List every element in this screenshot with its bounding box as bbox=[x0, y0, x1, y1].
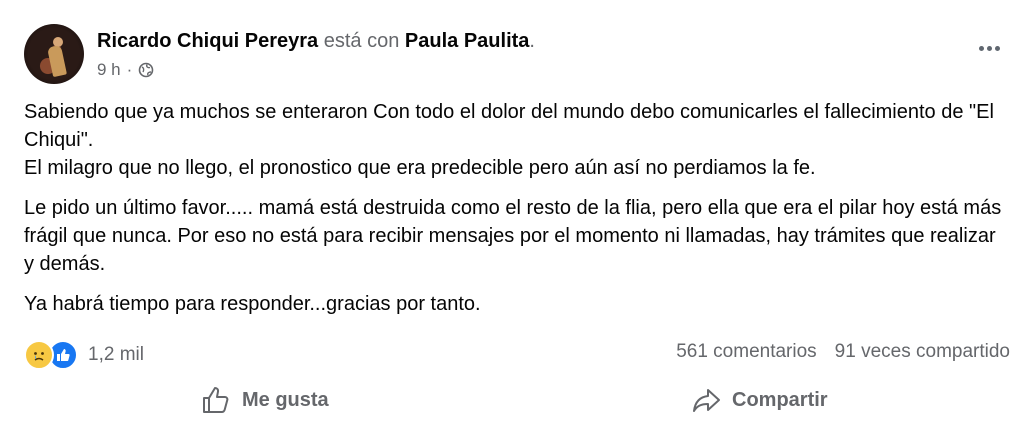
author-name[interactable]: Ricardo Chiqui Pereyra bbox=[97, 30, 318, 52]
author-line: Ricardo Chiqui Pereyra está con Paula Pa… bbox=[97, 30, 535, 53]
reactions-summary[interactable]: 1,2 mil bbox=[24, 340, 144, 370]
meta-separator: · bbox=[126, 60, 133, 79]
share-button-label: Compartir bbox=[732, 388, 828, 411]
post-time[interactable]: 9 h bbox=[97, 60, 121, 80]
like-button-label: Me gusta bbox=[242, 388, 329, 411]
like-button[interactable]: Me gusta bbox=[200, 378, 329, 422]
shares-count-link[interactable]: 91 veces compartido bbox=[835, 341, 1010, 363]
sad-reaction-icon bbox=[24, 340, 54, 370]
comments-count-link[interactable]: 561 comentarios bbox=[676, 341, 816, 363]
reaction-count: 1,2 mil bbox=[88, 344, 144, 365]
post-body: Sabiendo que ya muchos se enteraron Con … bbox=[24, 98, 1004, 330]
share-arrow-icon bbox=[693, 389, 720, 412]
post-stats: 1,2 mil 561 comentarios 91 veces compart… bbox=[24, 340, 1010, 370]
post-paragraph: Sabiendo que ya muchos se enteraron Con … bbox=[24, 101, 994, 151]
post-paragraph: El milagro que no llego, el pronostico q… bbox=[24, 157, 816, 179]
thumbs-up-icon bbox=[203, 387, 229, 413]
post-actions: Me gusta Compartir bbox=[24, 378, 1010, 422]
tagged-name[interactable]: Paula Paulita bbox=[405, 30, 530, 52]
globe-icon bbox=[139, 62, 154, 78]
author-avatar[interactable] bbox=[24, 24, 84, 84]
more-options-icon[interactable] bbox=[974, 38, 1004, 58]
engagement-counts: 561 comentarios 91 veces compartido bbox=[676, 341, 1010, 363]
post-paragraph: Le pido un último favor..... mamá está d… bbox=[24, 197, 1002, 275]
post-meta: 9 h · bbox=[97, 60, 154, 80]
share-button[interactable]: Compartir bbox=[690, 378, 828, 422]
post-header: Ricardo Chiqui Pereyra está con Paula Pa… bbox=[24, 24, 1004, 88]
with-text: está con bbox=[323, 30, 400, 52]
post-paragraph: Ya habrá tiempo para responder...gracias… bbox=[24, 293, 481, 315]
tagged-suffix: . bbox=[529, 30, 535, 52]
